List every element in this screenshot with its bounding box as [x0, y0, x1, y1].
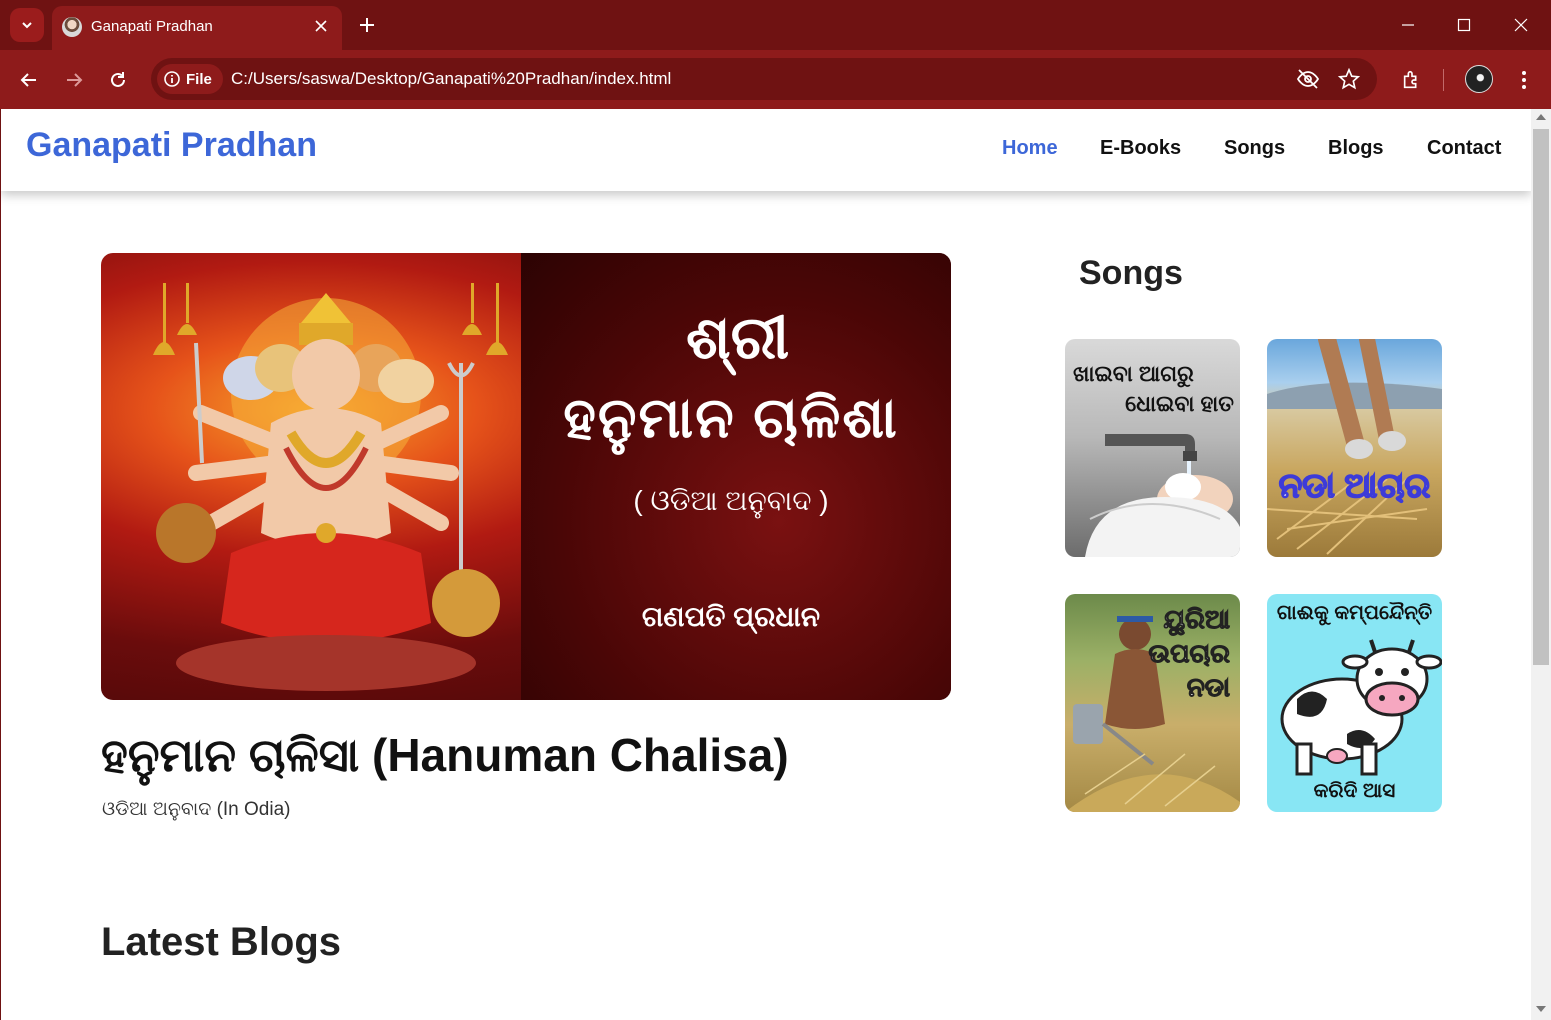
site-info-chip[interactable]: File	[157, 64, 223, 94]
scroll-down-icon[interactable]	[1536, 1006, 1546, 1012]
eye-off-icon	[1296, 69, 1320, 89]
reload-icon	[111, 72, 125, 87]
reload-button[interactable]	[101, 63, 135, 97]
scroll-up-icon[interactable]	[1536, 114, 1546, 120]
plus-icon	[360, 18, 374, 32]
site-header: Ganapati Pradhan Home E-Books Songs Blog…	[1, 109, 1531, 191]
extensions-button[interactable]	[1395, 63, 1429, 97]
song-card-urea[interactable]: ୟୁରିଆ ଉପଚାର ନଡା	[1065, 594, 1240, 812]
profile-avatar[interactable]	[1465, 65, 1493, 93]
browser-toolbar: File C:/Users/saswa/Desktop/Ganapati%20P…	[0, 50, 1551, 109]
forward-button[interactable]	[57, 63, 91, 97]
arrow-right-icon	[67, 73, 83, 87]
latest-blogs-heading: Latest Blogs	[101, 920, 342, 964]
hanuman-illustration	[153, 283, 508, 691]
song-card-cow[interactable]: ଗାଈକୁ କମ୍ପନ୍ଦୈନ୍ତି କରିଦି ଆସ	[1267, 594, 1442, 812]
page-scrollbar[interactable]	[1531, 109, 1551, 1020]
brand-logo-text[interactable]: Ganapati Pradhan	[26, 126, 317, 165]
minimize-button[interactable]	[1388, 8, 1428, 42]
new-tab-button[interactable]	[352, 10, 382, 40]
song-caption-line1: ୟୁରିଆ	[1163, 604, 1230, 635]
kebab-menu-icon	[1522, 71, 1526, 89]
puzzle-icon	[1403, 70, 1417, 89]
close-icon	[315, 20, 327, 32]
bookmark-button[interactable]	[1337, 67, 1361, 91]
nav-home[interactable]: Home	[1002, 137, 1058, 160]
browser-menu-button[interactable]	[1507, 63, 1541, 97]
nav-ebooks[interactable]: E-Books	[1100, 137, 1181, 160]
page-viewport: Ganapati Pradhan Home E-Books Songs Blog…	[0, 109, 1531, 1020]
hero-line-subtitle: ( ଓଡିଆ ଅନୁବାଦ )	[633, 485, 829, 516]
browser-tabstrip: Ganapati Pradhan	[0, 0, 1551, 50]
hero-line-author: ଗଣପତି ପ୍ରଧାନ	[641, 601, 821, 632]
song-caption-line2: ଉପଚାର	[1148, 638, 1231, 669]
song-caption-bottom: କରିଦି ଆସ	[1313, 780, 1396, 802]
featured-post-subtitle: ଓଡିଆ ଅନୁବାଦ (In Odia)	[102, 799, 291, 820]
song-caption-bottom: ଧୋଇବା ହାତ	[1125, 391, 1234, 416]
maximize-icon	[1457, 18, 1471, 32]
hero-line-shri: ଶ୍ରୀ	[686, 304, 790, 371]
toolbar-separator	[1443, 69, 1444, 91]
song-caption: ନଡା ଆଚାର	[1278, 466, 1431, 506]
hero-banner[interactable]: ଶ୍ରୀ ହନୁମାନ ଚାଳିଶା ( ଓଡିଆ ଅନୁବାଦ ) ଗଣପତି…	[101, 253, 951, 700]
straw-illustration	[1267, 339, 1442, 555]
close-icon	[1514, 18, 1528, 32]
nav-songs[interactable]: Songs	[1224, 137, 1285, 160]
chevron-down-icon	[22, 22, 32, 29]
favicon-icon	[62, 17, 82, 37]
arrow-left-icon	[20, 73, 36, 87]
scrollbar-thumb[interactable]	[1533, 129, 1549, 665]
minimize-icon	[1402, 24, 1414, 26]
songs-heading: Songs	[1079, 254, 1183, 292]
tab-close-button[interactable]	[310, 15, 332, 37]
browser-tab[interactable]: Ganapati Pradhan	[52, 6, 342, 50]
tab-title: Ganapati Pradhan	[91, 18, 213, 35]
info-icon	[164, 71, 180, 87]
song-caption-top: ଗାଈକୁ କମ୍ପନ୍ଦୈନ୍ତି	[1276, 602, 1433, 624]
address-bar[interactable]: File C:/Users/saswa/Desktop/Ganapati%20P…	[151, 58, 1377, 100]
song-caption-top: ଖାଇବା ଆଗରୁ	[1073, 361, 1194, 386]
song-card-hand-wash[interactable]: ଖାଇବା ଆଗରୁ ଧୋଇବା ହାତ	[1065, 339, 1240, 557]
featured-post-title[interactable]: ହନୁମାନ ଚାଳିସା (Hanuman Chalisa)	[101, 728, 789, 784]
url-text[interactable]: C:/Users/saswa/Desktop/Ganapati%20Pradha…	[231, 69, 671, 89]
star-icon	[1338, 68, 1360, 90]
nav-blogs[interactable]: Blogs	[1328, 137, 1384, 160]
song-caption-line3: ନଡା	[1186, 672, 1230, 703]
hero-line-title: ହନୁମାନ ଚାଳିଶା	[563, 386, 899, 449]
maximize-button[interactable]	[1444, 8, 1484, 42]
tab-search-button[interactable]	[10, 8, 44, 42]
song-card-straw[interactable]: ନଡା ଆଚାର	[1267, 339, 1442, 557]
eye-off-button[interactable]	[1296, 67, 1320, 91]
site-info-label: File	[186, 70, 212, 88]
window-close-button[interactable]	[1501, 8, 1541, 42]
back-button[interactable]	[12, 63, 46, 97]
nav-contact[interactable]: Contact	[1427, 137, 1501, 160]
